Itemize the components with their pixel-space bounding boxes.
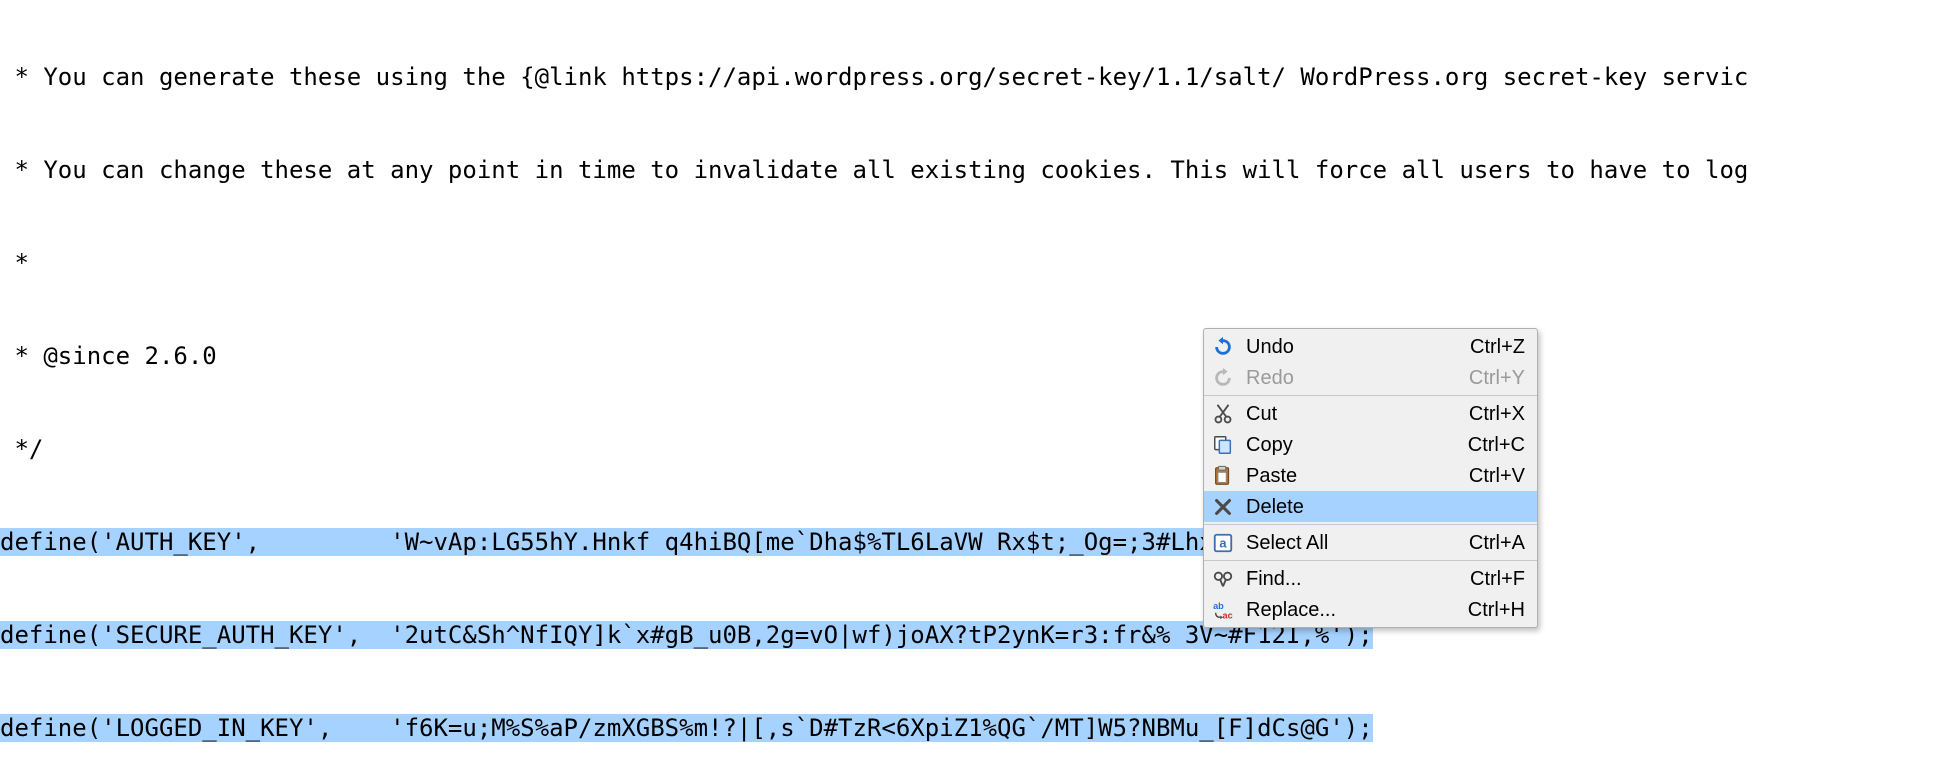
menu-item-select-all[interactable]: a Select All Ctrl+A <box>1204 527 1537 558</box>
menu-label: Undo <box>1246 337 1450 357</box>
menu-label: Find... <box>1246 569 1450 589</box>
menu-label: Paste <box>1246 466 1449 486</box>
context-menu: Undo Ctrl+Z Redo Ctrl+Y Cut Ctrl+X <box>1203 328 1538 628</box>
menu-shortcut: Ctrl+V <box>1469 466 1525 486</box>
menu-label: Copy <box>1246 435 1448 455</box>
menu-separator <box>1204 395 1537 396</box>
menu-shortcut: Ctrl+F <box>1470 569 1525 589</box>
find-icon <box>1210 566 1236 592</box>
menu-label: Select All <box>1246 533 1449 553</box>
menu-shortcut: Ctrl+Y <box>1469 368 1525 388</box>
menu-item-cut[interactable]: Cut Ctrl+X <box>1204 398 1537 429</box>
copy-icon <box>1210 432 1236 458</box>
menu-shortcut: Ctrl+X <box>1469 404 1525 424</box>
paste-icon <box>1210 463 1236 489</box>
menu-label: Replace... <box>1246 600 1448 620</box>
code-line[interactable]: define('LOGGED_IN_KEY', 'f6K=u;M%S%aP/zm… <box>0 713 1748 744</box>
menu-item-copy[interactable]: Copy Ctrl+C <box>1204 429 1537 460</box>
menu-label: Cut <box>1246 404 1449 424</box>
svg-text:ac: ac <box>1222 610 1232 620</box>
cut-icon <box>1210 401 1236 427</box>
menu-item-paste[interactable]: Paste Ctrl+V <box>1204 460 1537 491</box>
menu-item-redo: Redo Ctrl+Y <box>1204 362 1537 393</box>
menu-item-find[interactable]: Find... Ctrl+F <box>1204 563 1537 594</box>
menu-label: Redo <box>1246 368 1449 388</box>
menu-label: Delete <box>1246 497 1505 517</box>
select-all-icon: a <box>1210 530 1236 556</box>
undo-icon <box>1210 334 1236 360</box>
code-line[interactable]: * <box>0 248 1748 279</box>
delete-icon <box>1210 494 1236 520</box>
replace-icon: ab ac <box>1210 597 1236 623</box>
code-line[interactable]: * You can generate these using the {@lin… <box>0 62 1748 93</box>
code-line[interactable]: * You can change these at any point in t… <box>0 155 1748 186</box>
menu-shortcut: Ctrl+A <box>1469 533 1525 553</box>
menu-shortcut: Ctrl+Z <box>1470 337 1525 357</box>
menu-separator <box>1204 524 1537 525</box>
menu-item-delete[interactable]: Delete <box>1204 491 1537 522</box>
redo-icon <box>1210 365 1236 391</box>
menu-shortcut: Ctrl+H <box>1468 600 1525 620</box>
svg-text:a: a <box>1219 535 1227 550</box>
menu-item-replace[interactable]: ab ac Replace... Ctrl+H <box>1204 594 1537 625</box>
menu-item-undo[interactable]: Undo Ctrl+Z <box>1204 331 1537 362</box>
menu-shortcut: Ctrl+C <box>1468 435 1525 455</box>
menu-separator <box>1204 560 1537 561</box>
